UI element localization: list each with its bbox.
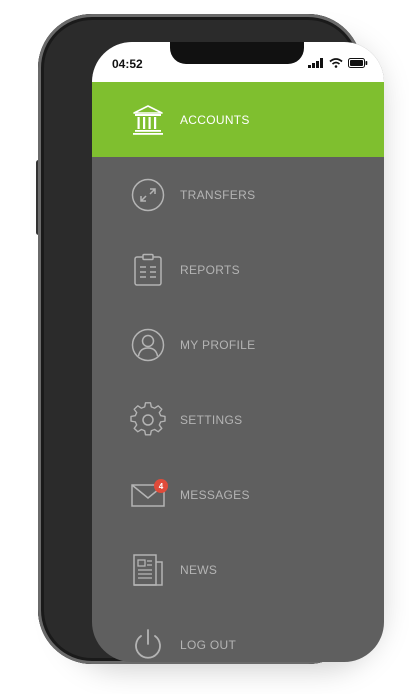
- menu-item-label: LOG OUT: [180, 637, 237, 652]
- newspaper-icon: [133, 553, 163, 586]
- signal-icon: [308, 58, 323, 68]
- battery-icon: [348, 58, 368, 68]
- menu-item-settings[interactable]: SETTINGS: [92, 382, 384, 457]
- bank-icon: [133, 104, 163, 135]
- menu-item-label: MESSAGES: [180, 487, 250, 502]
- power-icon: [135, 628, 161, 659]
- clipboard-icon: [134, 253, 162, 286]
- phone-frame: 04:52 ACCOUNTS TRANSFERS REPORTS MY PROF…: [38, 14, 384, 664]
- menu-item-label: NEWS: [180, 562, 218, 577]
- menu-item-transfers[interactable]: TRANSFERS: [92, 157, 384, 232]
- menu-item-label: ACCOUNTS: [180, 112, 250, 127]
- menu-item-messages[interactable]: 4 MESSAGES: [92, 457, 384, 532]
- unread-badge: 4: [154, 479, 168, 493]
- user-icon: [131, 328, 165, 361]
- notch: [170, 42, 304, 64]
- status-time: 04:52: [112, 57, 143, 71]
- wifi-icon: [329, 58, 343, 68]
- menu-item-log-out[interactable]: LOG OUT: [92, 607, 384, 662]
- menu-item-label: REPORTS: [180, 262, 240, 277]
- menu-item-label: TRANSFERS: [180, 187, 256, 202]
- status-icons: [308, 58, 368, 68]
- menu-item-label: SETTINGS: [180, 412, 243, 427]
- menu-item-my-profile[interactable]: MY PROFILE: [92, 307, 384, 382]
- menu-item-reports[interactable]: REPORTS: [92, 232, 384, 307]
- transfer-arrows-icon: [131, 178, 165, 211]
- menu-item-accounts[interactable]: ACCOUNTS: [92, 82, 384, 157]
- status-bar: 04:52: [92, 42, 384, 82]
- menu-item-news[interactable]: NEWS: [92, 532, 384, 607]
- phone-screen: 04:52 ACCOUNTS TRANSFERS REPORTS MY PROF…: [92, 42, 384, 662]
- menu-item-label: MY PROFILE: [180, 337, 256, 352]
- gear-icon: [130, 401, 166, 435]
